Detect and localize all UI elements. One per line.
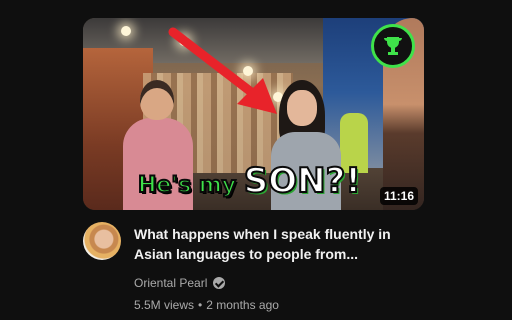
upload-age: 2 months ago (206, 298, 279, 312)
thumbnail-light (121, 26, 131, 36)
video-stats: 5.5M views • 2 months ago (134, 297, 424, 313)
thumbnail-headline-part2: SON?! (243, 161, 362, 201)
channel-row: Oriental Pearl (134, 275, 424, 291)
channel-avatar[interactable] (83, 222, 121, 260)
thumbnail-headline-part1: He's my (137, 173, 244, 198)
duration-badge: 11:16 (379, 187, 418, 205)
video-meta: What happens when I speak fluently in As… (83, 222, 424, 312)
thumbnail-headline: He's my SON?! (137, 161, 362, 201)
trophy-icon (371, 24, 415, 68)
red-arrow-icon (168, 27, 277, 114)
video-details: What happens when I speak fluently in As… (134, 224, 424, 313)
separator-dot: • (198, 298, 203, 312)
view-count: 5.5M views (134, 298, 195, 312)
channel-name[interactable]: Oriental Pearl (134, 275, 207, 291)
video-title[interactable]: What happens when I speak fluently in As… (134, 224, 424, 264)
video-card[interactable]: He's my SON?! 11:16 What happens when I … (0, 0, 512, 320)
video-thumbnail[interactable]: He's my SON?! 11:16 (83, 18, 424, 210)
verified-check-icon (213, 277, 226, 289)
